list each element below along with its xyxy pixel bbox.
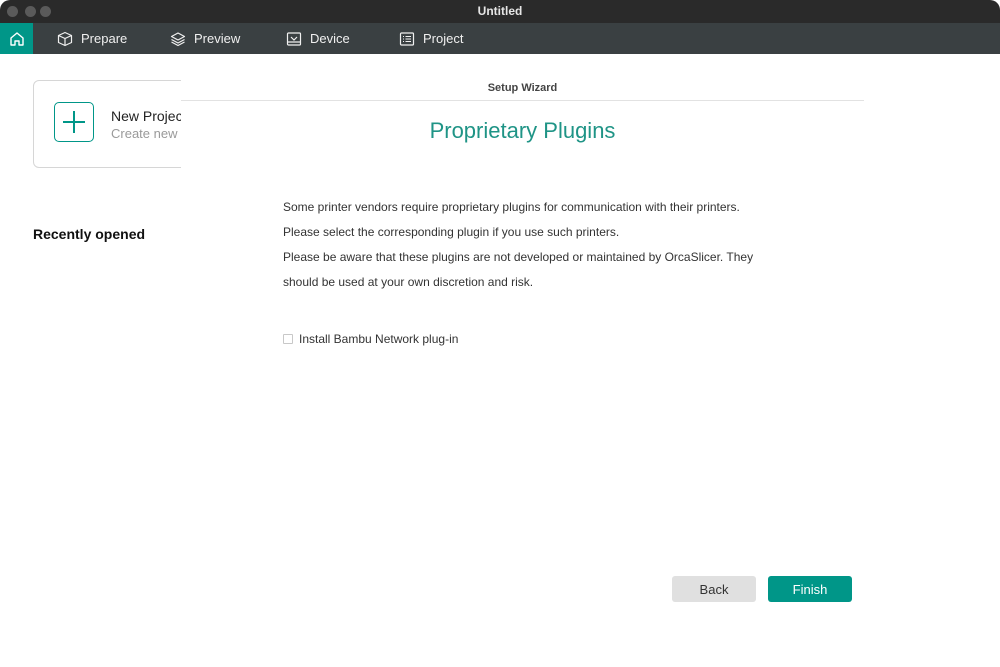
back-button[interactable]: Back: [672, 576, 756, 602]
recently-opened-heading: Recently opened: [33, 226, 146, 242]
finish-button[interactable]: Finish: [768, 576, 852, 602]
tab-preview-label: Preview: [194, 31, 241, 46]
tab-device-label: Device: [310, 31, 350, 46]
tab-project-label: Project: [423, 31, 464, 46]
new-project-title: New Project: [111, 108, 187, 124]
new-project-subtitle: Create new: [111, 126, 178, 141]
wizard-description: Some printer vendors require proprietary…: [283, 198, 783, 298]
tab-home[interactable]: [0, 23, 33, 54]
home-icon: [9, 31, 24, 46]
setup-wizard-dialog: Setup Wizard Proprietary Plugins Some pr…: [181, 70, 864, 667]
tab-preview[interactable]: Preview: [170, 23, 240, 54]
title-bar: Untitled: [0, 0, 1000, 23]
description-line: Please select the corresponding plugin i…: [283, 225, 620, 239]
plus-icon: [54, 102, 94, 142]
description-line: should be used at your own discretion an…: [283, 275, 534, 289]
bambu-plugin-option[interactable]: Install Bambu Network plug-in: [283, 332, 458, 346]
layers-icon: [170, 31, 186, 46]
main-tab-bar: Prepare Preview Device Project: [0, 23, 1000, 54]
tab-device[interactable]: Device: [286, 23, 350, 54]
wizard-page-title: Proprietary Plugins: [429, 118, 616, 143]
wizard-header: Setup Wizard: [181, 70, 864, 101]
window-title: Untitled: [477, 4, 523, 18]
bambu-plugin-checkbox[interactable]: [283, 334, 293, 344]
box-icon: [57, 31, 73, 46]
tab-project[interactable]: Project: [399, 23, 463, 54]
description-line: Some printer vendors require proprietary…: [283, 200, 740, 214]
bambu-plugin-label[interactable]: Install Bambu Network plug-in: [299, 332, 458, 346]
list-icon: [399, 31, 415, 46]
tab-prepare-label: Prepare: [81, 31, 128, 46]
description-line: Please be aware that these plugins are n…: [283, 250, 754, 264]
tab-prepare[interactable]: Prepare: [57, 23, 127, 54]
device-icon: [286, 31, 302, 46]
